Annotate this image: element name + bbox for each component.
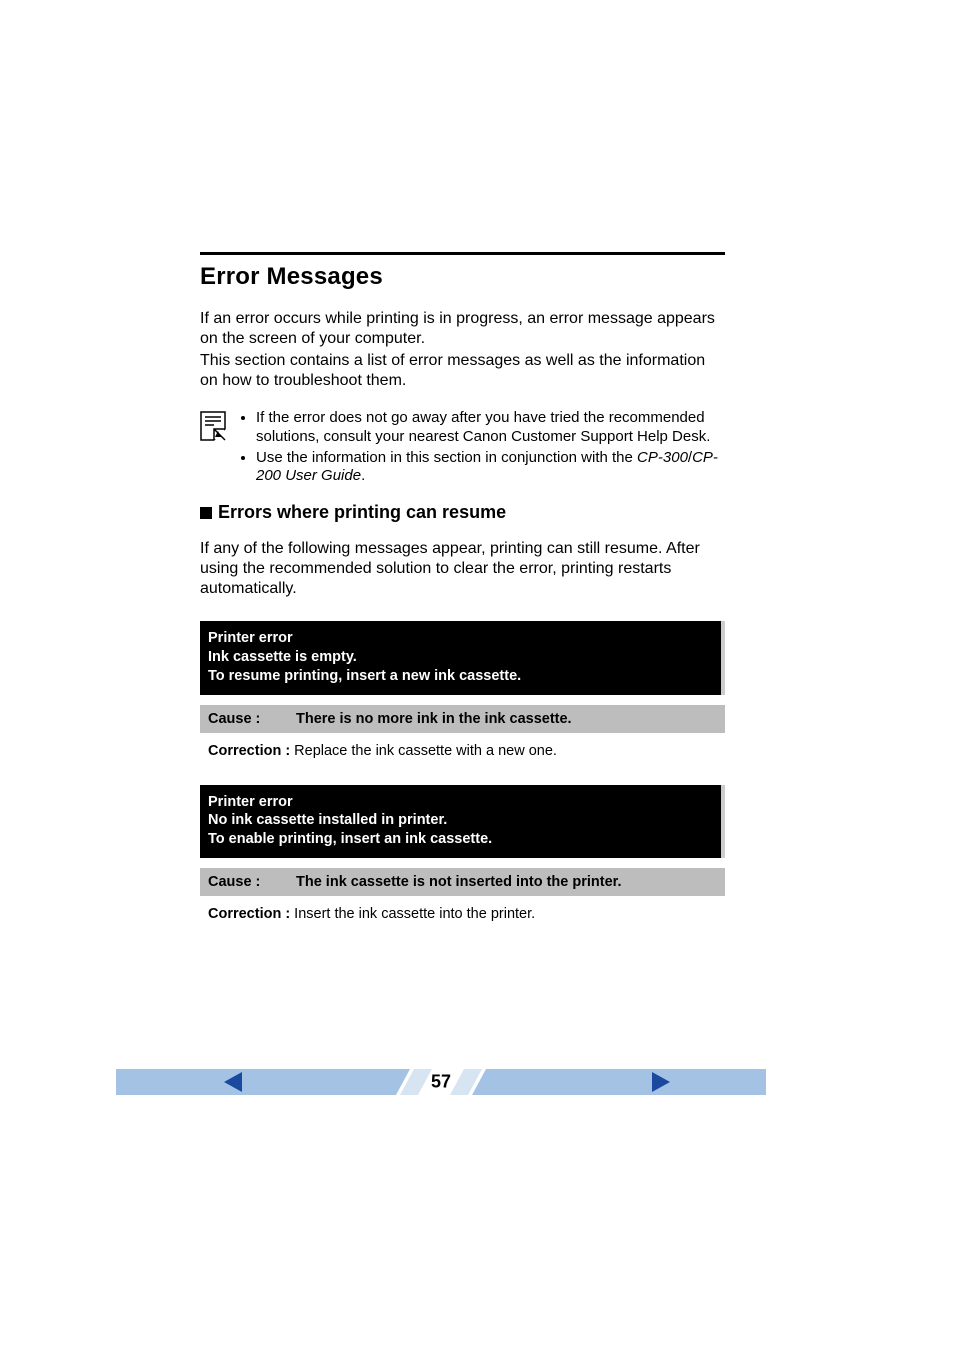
cause-text: The ink cassette is not inserted into th…: [296, 874, 717, 890]
cause-row: Cause : There is no more ink in the ink …: [200, 705, 725, 733]
title-rule: [200, 252, 725, 255]
correction-row: Correction : Insert the ink cassette int…: [200, 896, 725, 922]
resume-paragraph: If any of the following messages appear,…: [200, 539, 725, 599]
page-number: 57: [431, 1072, 451, 1093]
error-header: Printer error No ink cassette installed …: [200, 785, 725, 859]
section-header: Errors where printing can resume: [200, 502, 725, 523]
error-header-line: To resume printing, insert a new ink cas…: [208, 667, 713, 686]
section-heading: Errors where printing can resume: [218, 502, 506, 523]
cause-label: Cause :: [208, 874, 296, 890]
note-row: If the error does not go away after you …: [200, 409, 725, 488]
error-header-line: Ink cassette is empty.: [208, 648, 713, 667]
next-page-button[interactable]: [652, 1072, 670, 1092]
note-b2-pre: Use the information in this section in c…: [256, 449, 637, 466]
cause-text: There is no more ink in the ink cassette…: [296, 711, 717, 727]
note-b2-it1: CP-300: [637, 449, 688, 466]
intro-paragraph-2: This section contains a list of error me…: [200, 351, 725, 391]
correction-label: Correction :: [208, 743, 290, 759]
note-b2-post: .: [361, 467, 365, 484]
note-bullet-2: Use the information in this section in c…: [256, 449, 725, 487]
note-bullet-1: If the error does not go away after you …: [256, 409, 725, 447]
footer-nav: 57: [116, 1060, 766, 1104]
note-document-icon: [200, 411, 226, 441]
intro-block: If an error occurs while printing is in …: [200, 309, 725, 391]
footer-center: 57: [390, 1060, 492, 1104]
error-block: Printer error Ink cassette is empty. To …: [200, 621, 725, 759]
correction-row: Correction : Replace the ink cassette wi…: [200, 733, 725, 759]
page-title: Error Messages: [200, 263, 725, 291]
correction-text: Replace the ink cassette with a new one.: [294, 743, 717, 759]
error-header-line: Printer error: [208, 629, 713, 648]
footer-bar-right: [492, 1069, 766, 1095]
note-bullet-list: If the error does not go away after you …: [240, 409, 725, 488]
intro-paragraph-1: If an error occurs while printing is in …: [200, 309, 725, 349]
error-header: Printer error Ink cassette is empty. To …: [200, 621, 725, 695]
correction-text: Insert the ink cassette into the printer…: [294, 906, 717, 922]
error-block: Printer error No ink cassette installed …: [200, 785, 725, 923]
error-header-line: No ink cassette installed in printer.: [208, 811, 713, 830]
cause-row: Cause : The ink cassette is not inserted…: [200, 868, 725, 896]
correction-label: Correction :: [208, 906, 290, 922]
error-header-line: To enable printing, insert an ink casset…: [208, 830, 713, 849]
prev-page-button[interactable]: [224, 1072, 242, 1092]
page: Error Messages If an error occurs while …: [0, 0, 954, 1351]
square-bullet-icon: [200, 507, 212, 519]
error-header-line: Printer error: [208, 793, 713, 812]
content-area: Error Messages If an error occurs while …: [200, 252, 725, 948]
footer-bar-left: [116, 1069, 390, 1095]
cause-label: Cause :: [208, 711, 296, 727]
